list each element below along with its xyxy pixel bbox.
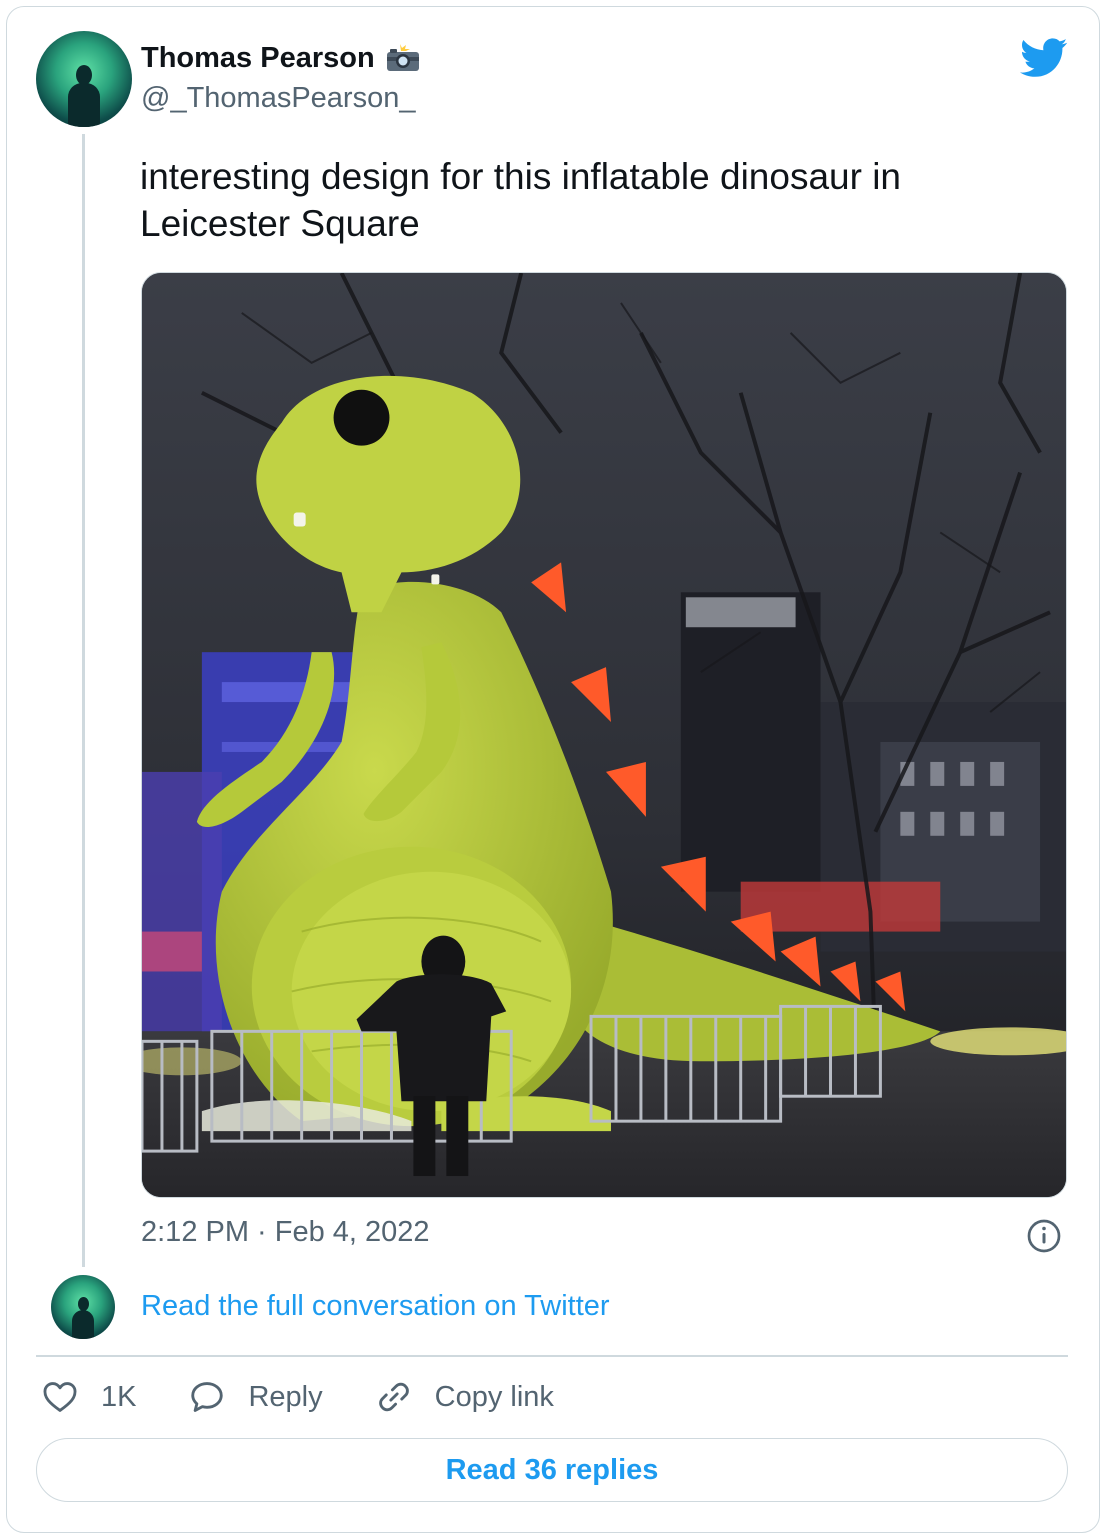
tweet-photo[interactable]: [141, 272, 1067, 1198]
link-icon: [378, 1382, 409, 1412]
camera-with-flash-icon: [386, 44, 419, 71]
author-handle[interactable]: @_ThomasPearson_: [141, 82, 415, 115]
avatar-silhouette-head: [76, 65, 92, 85]
info-icon[interactable]: [1026, 1218, 1062, 1254]
tweet-timestamp[interactable]: 2:12 PM · Feb 4, 2022: [141, 1216, 430, 1249]
avatar-silhouette-body: [72, 1310, 94, 1339]
copy-link-label: Copy link: [434, 1380, 554, 1413]
reply-bubble-icon: [191, 1382, 224, 1412]
avatar-silhouette-body: [68, 83, 100, 127]
read-full-conversation-link[interactable]: Read the full conversation on Twitter: [141, 1290, 610, 1323]
tweet-actions-bar: 1K Reply Copy link: [41, 1374, 606, 1420]
thread-connector-line: [82, 134, 85, 1267]
heart-icon: [43, 1382, 77, 1412]
like-count: 1K: [101, 1380, 137, 1413]
tweet-text: interesting design for this inflatable d…: [140, 156, 902, 244]
avatar-silhouette-head: [78, 1297, 89, 1311]
like-button[interactable]: 1K: [41, 1378, 136, 1416]
viewer-avatar[interactable]: [51, 1275, 115, 1339]
twitter-bird-icon[interactable]: [1020, 38, 1068, 78]
author-display-name[interactable]: Thomas Pearson: [141, 42, 375, 75]
actions-divider: [36, 1355, 1068, 1357]
reply-label: Reply: [248, 1380, 323, 1413]
inflatable-dinosaur-photo: [142, 273, 1066, 1197]
copy-link-button[interactable]: Copy link: [375, 1378, 554, 1416]
author-name-row[interactable]: Thomas Pearson: [141, 40, 421, 76]
author-avatar[interactable]: [36, 31, 132, 127]
read-replies-button[interactable]: Read 36 replies: [36, 1438, 1068, 1502]
reply-button[interactable]: Reply: [188, 1378, 323, 1416]
